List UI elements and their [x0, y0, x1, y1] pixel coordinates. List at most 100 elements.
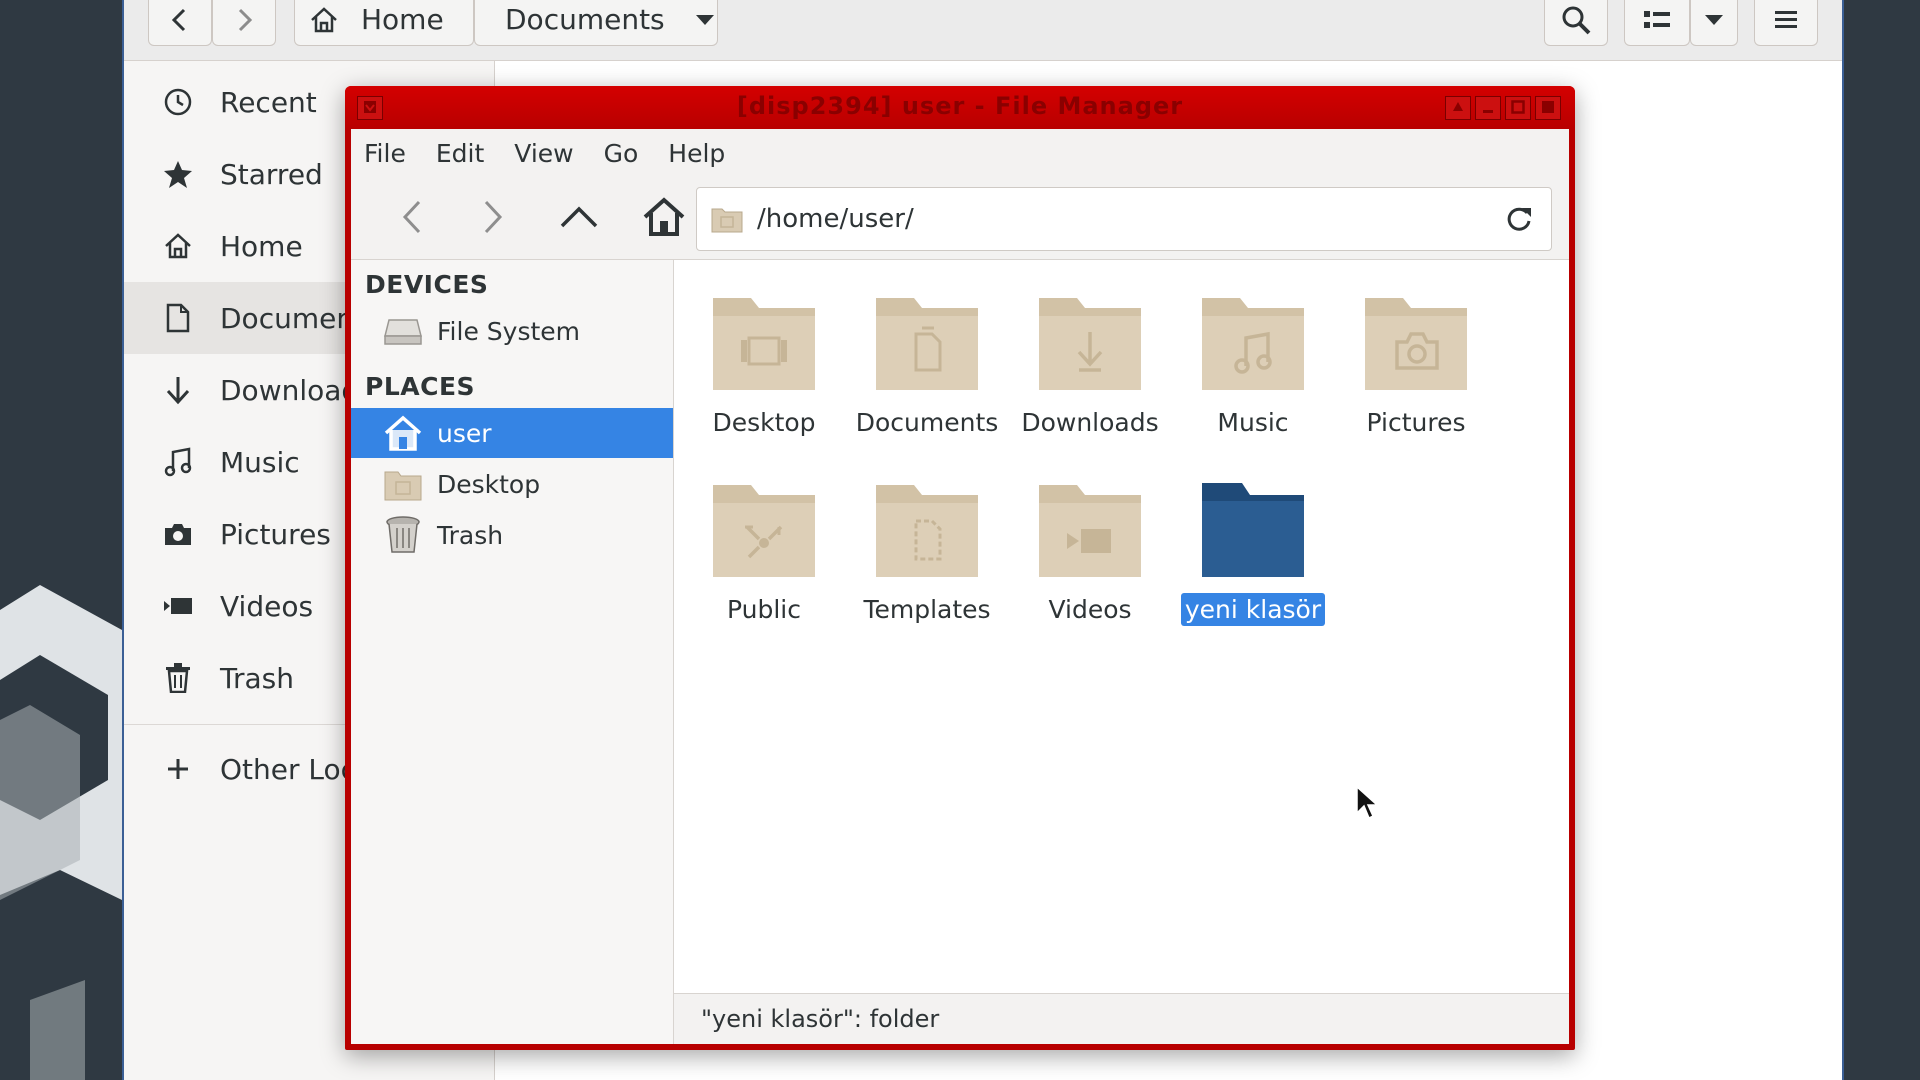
side-pane: DEVICES File System PLACES user Desktop …	[351, 260, 674, 1044]
folder-item-pictures[interactable]: Pictures	[1341, 288, 1491, 439]
status-text: "yeni klasör": folder	[701, 1005, 940, 1033]
side-item-user[interactable]: user	[351, 408, 673, 458]
home-folder-icon	[383, 413, 423, 453]
sidebar-item-label: Pictures	[220, 517, 331, 551]
folder-item-desktop[interactable]: Desktop	[689, 288, 839, 439]
list-view-icon	[1644, 9, 1670, 31]
shade-icon	[1451, 99, 1465, 118]
folder-public-icon	[711, 475, 817, 583]
main-menu-button[interactable]	[1754, 0, 1818, 46]
status-bar: "yeni klasör": folder	[674, 993, 1569, 1044]
folder-item-documents[interactable]: Documents	[852, 288, 1002, 439]
star-icon	[160, 156, 196, 192]
document-icon	[160, 300, 196, 336]
plus-icon	[160, 751, 196, 787]
chevron-down-icon	[695, 13, 715, 27]
location-path[interactable]: /home/user/	[757, 204, 1505, 234]
reload-icon[interactable]	[1505, 205, 1533, 233]
chevron-right-icon	[480, 199, 506, 239]
sidebar-item-label: Videos	[220, 589, 314, 623]
folder-pictures-icon	[1363, 288, 1469, 396]
path-home-button[interactable]: Home	[294, 0, 474, 46]
menu-file[interactable]: File	[351, 139, 421, 168]
folder-downloads-icon	[1037, 288, 1143, 396]
home-icon	[160, 228, 196, 264]
close-icon	[1541, 99, 1555, 118]
sidebar-item-label: Starred	[220, 157, 323, 191]
folder-desktop-icon	[711, 288, 817, 396]
chevron-down-icon	[1704, 13, 1724, 27]
parent-folder-button[interactable]	[554, 195, 604, 243]
side-item-label: Trash	[437, 520, 504, 550]
video-camera-icon	[160, 588, 196, 624]
forward-button[interactable]	[212, 0, 276, 46]
folder-music-icon	[1200, 288, 1306, 396]
drive-icon	[383, 311, 423, 351]
home-icon	[309, 6, 339, 34]
file-name: yeni klasör	[1180, 593, 1326, 626]
menu-edit[interactable]: Edit	[421, 139, 499, 168]
location-bar[interactable]: /home/user/	[696, 187, 1552, 251]
folder-documents-icon	[874, 288, 980, 396]
folder-item-music[interactable]: Music	[1178, 288, 1328, 439]
folder-small-icon	[711, 205, 743, 233]
minimize-button[interactable]	[1475, 96, 1501, 120]
menu-view[interactable]: View	[499, 139, 588, 168]
folder-item-yeni-klasor[interactable]: yeni klasör	[1178, 475, 1328, 626]
view-toggle-button[interactable]	[1624, 0, 1690, 46]
window-body: File Edit View Go Help /home/user/ DEVIC…	[351, 129, 1569, 1044]
folder-item-videos[interactable]: Videos	[1015, 475, 1165, 626]
home-button[interactable]	[639, 195, 689, 243]
places-heading: PLACES	[365, 372, 476, 401]
sidebar-item-label: Recent	[220, 85, 317, 119]
side-item-file-system[interactable]: File System	[351, 306, 673, 356]
trash-icon	[160, 660, 196, 696]
search-icon	[1561, 5, 1591, 35]
folder-item-downloads[interactable]: Downloads	[1015, 288, 1165, 439]
close-button[interactable]	[1535, 96, 1561, 120]
menu-help[interactable]: Help	[653, 139, 740, 168]
chevron-right-icon	[233, 7, 255, 33]
view-options-button[interactable]	[1690, 0, 1738, 46]
sidebar-item-label: Trash	[220, 661, 294, 695]
shade-button[interactable]	[1445, 96, 1471, 120]
file-name: Public	[727, 595, 801, 624]
menu-go[interactable]: Go	[589, 139, 654, 168]
chevron-left-icon	[169, 7, 191, 33]
forward-button[interactable]	[468, 195, 518, 243]
devices-heading: DEVICES	[365, 270, 489, 299]
folder-item-public[interactable]: Public	[689, 475, 839, 626]
camera-icon	[160, 516, 196, 552]
menu-bar: File Edit View Go Help	[351, 129, 1569, 177]
sidebar-item-label: Music	[220, 445, 300, 479]
back-button[interactable]	[148, 0, 212, 46]
sidebar-item-label: Home	[220, 229, 303, 263]
home-icon	[642, 197, 686, 241]
toolbar: /home/user/	[351, 177, 1569, 260]
side-item-desktop[interactable]: Desktop	[351, 459, 673, 509]
desktop-folder-icon	[383, 464, 423, 504]
search-button[interactable]	[1544, 0, 1608, 46]
folder-templates-icon	[874, 475, 980, 583]
hamburger-menu-icon	[1775, 10, 1797, 30]
file-manager-window: [disp2394] user - File Manager File Edit…	[345, 86, 1575, 1050]
side-item-label: user	[437, 418, 492, 448]
folder-item-templates[interactable]: Templates	[852, 475, 1002, 626]
path-documents-button[interactable]: Documents	[474, 0, 718, 46]
file-name: Desktop	[712, 408, 816, 437]
desktop-logo-shape	[0, 585, 122, 1080]
maximize-button[interactable]	[1505, 96, 1531, 120]
clock-icon	[160, 84, 196, 120]
file-name: Documents	[855, 408, 999, 437]
file-name: Music	[1217, 408, 1289, 437]
file-name: Downloads	[1021, 408, 1159, 437]
folder-videos-icon	[1037, 475, 1143, 583]
side-item-label: Desktop	[437, 469, 541, 499]
window-titlebar[interactable]: [disp2394] user - File Manager	[345, 86, 1575, 129]
back-button[interactable]	[387, 195, 437, 243]
chevron-up-icon	[560, 205, 598, 233]
file-name: Videos	[1048, 595, 1132, 624]
side-item-trash[interactable]: Trash	[351, 510, 673, 560]
file-name: Templates	[863, 595, 991, 624]
folder-blue-icon	[1200, 475, 1306, 583]
